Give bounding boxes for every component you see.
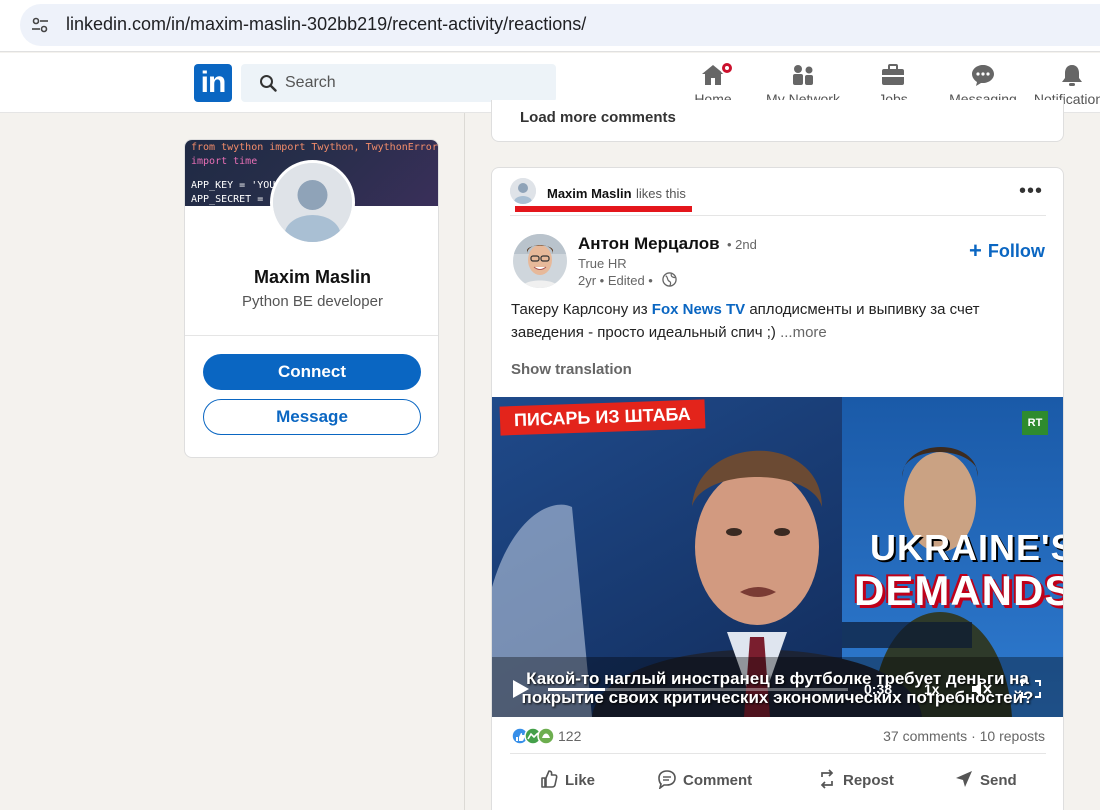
repost-button[interactable]: Repost xyxy=(817,769,894,793)
comment-button[interactable]: Comment xyxy=(657,769,752,793)
see-more-link[interactable]: ...more xyxy=(780,324,827,341)
default-avatar-icon xyxy=(510,178,536,204)
activity-actor-avatar[interactable] xyxy=(510,178,536,204)
video-progress-bar[interactable] xyxy=(548,688,848,691)
connect-button[interactable]: Connect xyxy=(203,354,421,390)
play-icon[interactable] xyxy=(510,679,530,699)
highlight-underline xyxy=(515,206,692,212)
search-box[interactable] xyxy=(241,64,556,102)
plus-icon: + xyxy=(969,238,982,263)
linkedin-logo[interactable]: in xyxy=(194,64,232,102)
search-icon xyxy=(260,75,277,92)
load-more-comments-link[interactable]: Load more comments xyxy=(520,109,676,126)
connection-degree: • 2nd xyxy=(727,237,757,252)
site-settings-icon[interactable] xyxy=(30,15,50,35)
repost-icon xyxy=(820,769,834,789)
send-icon xyxy=(956,771,972,787)
default-avatar-icon xyxy=(273,163,352,242)
video-time: 0:38 xyxy=(864,681,893,697)
more-horizontal-icon[interactable]: ••• xyxy=(1017,180,1045,202)
divider xyxy=(185,335,438,336)
divider xyxy=(510,215,1046,216)
banner-code-line: from twython import Twython, TwythonErro… xyxy=(191,142,438,153)
browser-address-bar: linkedin.com/in/maxim-maslin-302bb219/re… xyxy=(0,0,1100,52)
activity-verb: likes this xyxy=(636,186,686,201)
message-button[interactable]: Message xyxy=(203,399,421,435)
column-divider xyxy=(464,113,465,810)
show-translation-link[interactable]: Show translation xyxy=(511,361,632,378)
playback-speed-button[interactable]: 1x xyxy=(924,681,940,697)
like-label: Like xyxy=(565,772,596,789)
fullscreen-icon[interactable] xyxy=(1020,679,1042,699)
network-icon xyxy=(793,65,813,85)
send-button[interactable]: Send xyxy=(954,769,1017,793)
profile-headline: Python BE developer xyxy=(242,293,383,310)
video-headline: UKRAINE'S xyxy=(870,527,1063,568)
reaction-count[interactable]: 122 xyxy=(558,728,581,744)
previous-post-card: Load more comments xyxy=(491,100,1064,142)
follow-label: Follow xyxy=(987,241,1045,261)
post-card: Maxim Maslin likes this ••• Антон Мерцал… xyxy=(491,167,1064,810)
bell-icon xyxy=(1062,65,1082,86)
mute-icon[interactable] xyxy=(970,679,992,699)
follow-button[interactable]: + Follow xyxy=(969,238,1045,264)
send-label: Send xyxy=(980,772,1017,789)
notification-badge xyxy=(720,61,734,75)
messaging-icon xyxy=(972,65,994,86)
video-headline: DEMANDS xyxy=(854,567,1063,614)
post-meta: 2yr • Edited • xyxy=(578,273,653,288)
repost-label: Repost xyxy=(843,772,894,789)
globe-icon xyxy=(662,272,677,287)
profile-card: from twython import Twython, TwythonErro… xyxy=(184,139,439,458)
author-name[interactable]: Антон Мерцалов xyxy=(578,234,720,254)
author-avatar[interactable] xyxy=(513,234,567,288)
comment-label: Comment xyxy=(683,772,753,789)
author-company: True HR xyxy=(578,256,627,271)
activity-actor-name[interactable]: Maxim Maslin xyxy=(547,186,632,201)
profile-name[interactable]: Maxim Maslin xyxy=(185,267,438,288)
search-input[interactable] xyxy=(285,64,545,102)
briefcase-icon xyxy=(882,64,904,85)
post-text-part: Такеру Карлсону из xyxy=(511,301,652,318)
url-field[interactable]: linkedin.com/in/maxim-maslin-302bb219/re… xyxy=(20,4,1100,46)
divider xyxy=(510,753,1046,754)
hashtag-link[interactable]: Fox News TV xyxy=(652,301,745,318)
video-progress-fill xyxy=(548,688,605,691)
video-player[interactable]: ПИСАРЬ ИЗ ШТАБА RT UKRAINE'S DEMANDS Как… xyxy=(492,397,1063,717)
post-text: Такеру Карлсону из Fox News TV аплодисме… xyxy=(511,298,1011,344)
comments-reposts-count[interactable]: 37 comments · 10 reposts xyxy=(883,728,1045,744)
thumbs-up-icon xyxy=(541,770,558,788)
like-button[interactable]: Like xyxy=(539,769,595,793)
url-text[interactable]: linkedin.com/in/maxim-maslin-302bb219/re… xyxy=(66,14,586,35)
comment-icon xyxy=(658,770,676,790)
channel-logo: RT xyxy=(1022,411,1048,435)
profile-avatar[interactable] xyxy=(270,160,355,245)
banner-code-line: import time xyxy=(191,156,258,167)
author-photo-icon xyxy=(513,234,567,288)
